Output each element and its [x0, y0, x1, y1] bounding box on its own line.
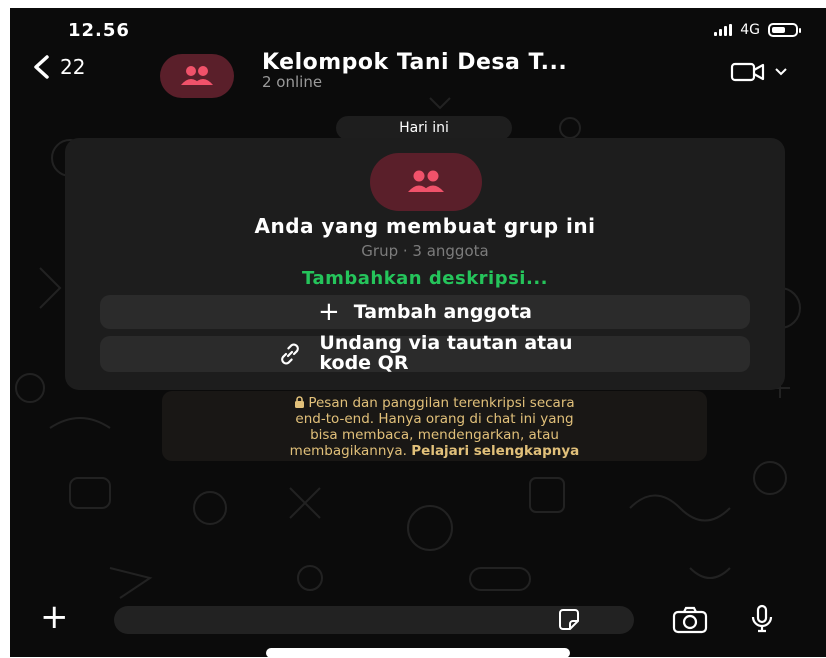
attach-plus-icon[interactable]: +: [40, 600, 69, 634]
encryption-notice[interactable]: Pesan dan panggilan terenkripsi secara e…: [162, 391, 707, 461]
signal-icon: [714, 24, 733, 36]
chat-subtitle: 2 online: [262, 73, 323, 91]
chat-header: 22 Kelompok Tani Desa T... 2 online: [10, 48, 826, 98]
group-avatar[interactable]: [160, 54, 234, 98]
chat-title: Kelompok Tani Desa T...: [262, 50, 568, 75]
invite-label-line2: kode QR: [319, 352, 409, 374]
camera-icon[interactable]: [672, 606, 708, 634]
chevron-left-icon: [34, 55, 49, 79]
composer-bar: +: [10, 600, 826, 640]
notice-line4: membagikannya.: [289, 443, 407, 459]
invite-label-line1: Undang via tautan atau: [319, 332, 573, 355]
learn-more-link[interactable]: Pelajari selengkapnya: [411, 443, 579, 459]
group-avatar-large: [370, 153, 482, 211]
lock-icon: [295, 396, 305, 408]
group-info-card: Anda yang membuat grup ini Grup · 3 angg…: [65, 138, 785, 390]
chevron-down-icon[interactable]: [774, 67, 788, 77]
notice-line3: bisa membaca, mendengarkan, atau: [310, 427, 559, 443]
add-member-label: Tambah anggota: [353, 301, 532, 323]
invite-link-label: Undang via tautan atau kode QR: [319, 332, 573, 374]
unread-count: 22: [60, 55, 86, 79]
add-description-link[interactable]: Tambahkan deskripsi...: [65, 268, 785, 289]
group-created-title: Anda yang membuat grup ini: [254, 214, 596, 238]
notice-line1: Pesan dan panggilan terenkripsi secara: [308, 395, 575, 411]
chat-title-area[interactable]: Kelompok Tani Desa T... 2 online: [262, 50, 567, 91]
group-member-count: Grup · 3 anggota: [361, 242, 489, 260]
status-time: 12.56: [68, 20, 130, 41]
header-actions: [730, 60, 788, 84]
status-right: 4G: [714, 22, 801, 38]
video-camera-icon[interactable]: [730, 60, 766, 84]
group-people-icon: [181, 66, 213, 85]
back-button[interactable]: 22: [32, 54, 85, 80]
group-people-icon: [408, 170, 444, 192]
microphone-icon[interactable]: [750, 604, 774, 634]
network-label: 4G: [740, 22, 760, 38]
battery-icon: [768, 23, 801, 37]
notice-line2: end-to-end. Hanya orang di chat ini yang: [295, 411, 574, 427]
add-member-button[interactable]: + Tambah anggota: [100, 295, 750, 329]
plus-icon: +: [318, 297, 340, 327]
phone-screen: 12.56 4G 22 Kelompok Tani Desa T... 2 on…: [10, 8, 826, 657]
invite-link-button[interactable]: Undang via tautan atau kode QR: [100, 332, 750, 374]
sticker-icon[interactable]: [556, 607, 582, 633]
link-icon: [281, 343, 300, 365]
date-chip: Hari ini: [336, 116, 512, 140]
